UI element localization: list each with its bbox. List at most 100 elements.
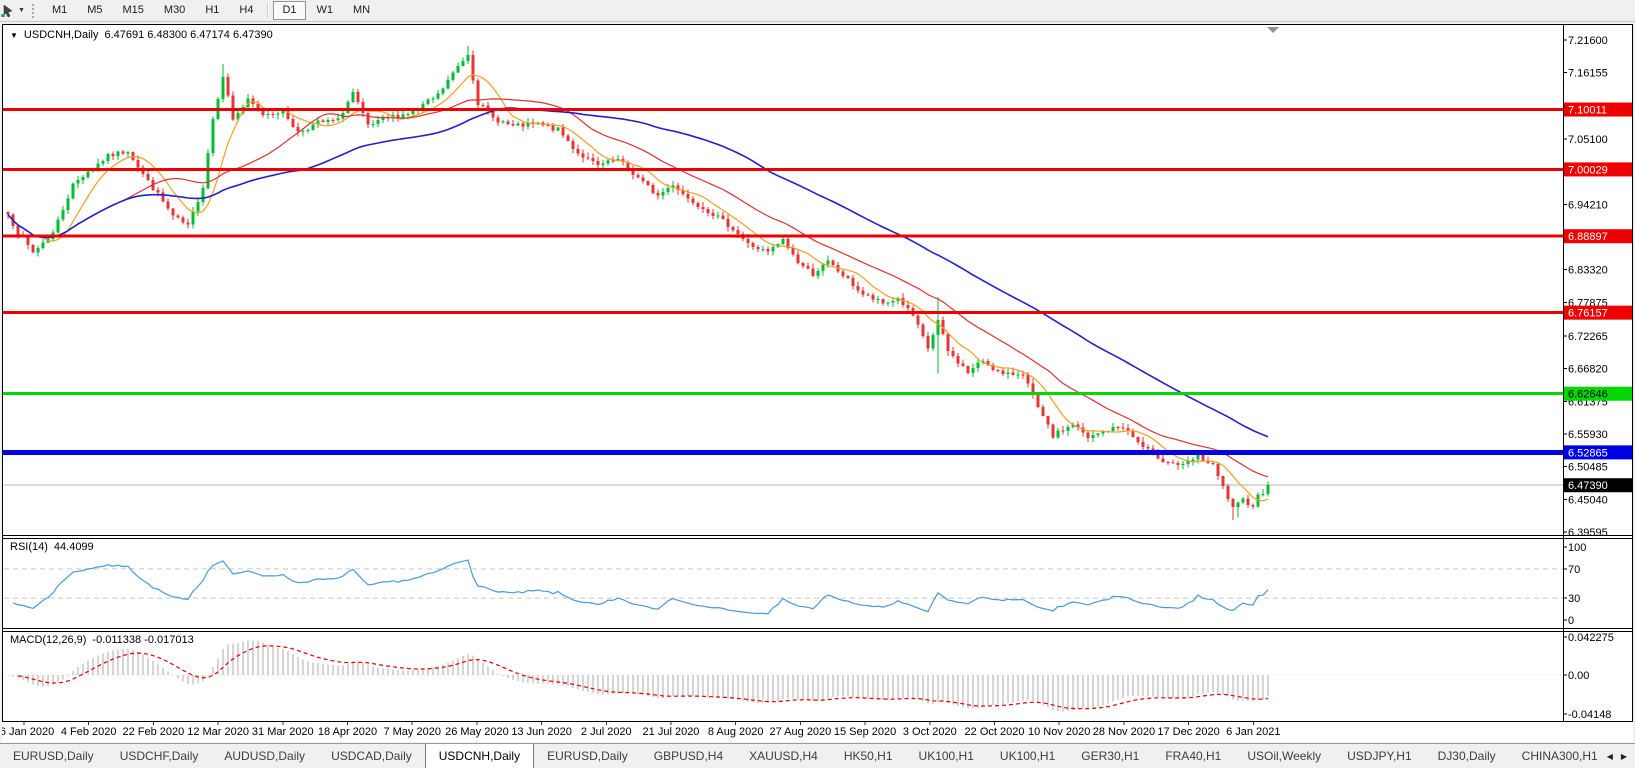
- candle-body: [191, 211, 195, 225]
- candle-body: [106, 153, 110, 162]
- candle-body: [906, 305, 910, 309]
- chart-tab[interactable]: UK100,H1: [987, 744, 1068, 768]
- tab-scroll-left-icon[interactable]: ◀: [1607, 752, 1613, 761]
- candle-body: [931, 334, 935, 349]
- chart-tab[interactable]: USOil,Weekly: [1234, 744, 1334, 768]
- candle-body: [1236, 502, 1240, 508]
- timeframe-button-h4[interactable]: H4: [230, 1, 262, 20]
- candle-body: [221, 76, 225, 100]
- chart-tab[interactable]: USDCHF,Daily: [107, 744, 212, 768]
- candle-body: [711, 212, 715, 216]
- candle-body: [361, 102, 365, 113]
- candle-body: [226, 76, 230, 96]
- candle-body: [686, 193, 690, 199]
- timeframe-button-w1[interactable]: W1: [308, 1, 343, 20]
- candle-body: [351, 92, 355, 102]
- cursor-tool-icon: [1, 4, 13, 17]
- timeframe-button-m1[interactable]: M1: [43, 1, 76, 20]
- candle-body: [601, 163, 605, 165]
- toolbar-grip-handle[interactable]: [31, 3, 36, 18]
- price-tick-label: 7.16155: [1568, 68, 1608, 80]
- candle-body: [136, 160, 140, 168]
- chart-tab[interactable]: DJ30,Daily: [1425, 744, 1509, 768]
- price-tick-label: 6.55930: [1568, 429, 1608, 441]
- price-tick-label: 6.50485: [1568, 462, 1608, 474]
- price-tick-label: 6.83320: [1568, 265, 1608, 277]
- chart-tab[interactable]: USDCAD,Daily: [318, 744, 425, 768]
- candle-body: [926, 335, 930, 349]
- candle-body: [731, 227, 735, 231]
- candle-body: [291, 118, 295, 127]
- timeframe-button-m30[interactable]: M30: [155, 1, 194, 20]
- cursor-tool-button[interactable]: ▼: [0, 0, 28, 21]
- candle-body: [561, 127, 565, 136]
- price-tick-label: 7.21600: [1568, 35, 1608, 47]
- chart-tab[interactable]: USDCNH,Daily: [424, 744, 535, 768]
- candle-body: [1136, 437, 1140, 442]
- candle-body: [1241, 498, 1245, 503]
- price-tick-label: 6.66820: [1568, 364, 1608, 376]
- candle-body: [431, 98, 435, 100]
- candle-body: [1091, 435, 1095, 438]
- candle-body: [581, 153, 585, 158]
- candle-body: [966, 366, 970, 373]
- chart-tab[interactable]: GBPUSD,H4: [641, 744, 736, 768]
- chart-tab[interactable]: XAUUSD,H4: [736, 744, 831, 768]
- chart-tab[interactable]: EURUSD,Daily: [534, 744, 641, 768]
- date-tick-label: 22 Oct 2020: [965, 726, 1025, 738]
- candle-body: [586, 157, 590, 159]
- timeframe-button-d1[interactable]: D1: [273, 1, 306, 20]
- candle-body: [1021, 374, 1025, 376]
- candle-body: [956, 355, 960, 364]
- candle-body: [706, 209, 710, 213]
- candle-body: [971, 367, 975, 373]
- candle-body: [946, 333, 950, 352]
- candle-body: [556, 127, 560, 131]
- candle-body: [41, 242, 45, 248]
- candle-body: [471, 55, 475, 81]
- candle-body: [1196, 454, 1200, 460]
- timeframe-button-h1[interactable]: H1: [196, 1, 228, 20]
- chart-tab[interactable]: HK50,H1: [831, 744, 906, 768]
- candle-body: [996, 369, 1000, 371]
- price-tick-label: 6.94210: [1568, 199, 1608, 211]
- chart-background: [2, 24, 1633, 742]
- date-tick-label: 21 Jul 2020: [643, 726, 700, 738]
- chart-tab[interactable]: GER30,H1: [1068, 744, 1152, 768]
- candle-body: [1146, 447, 1150, 449]
- candle-body: [851, 277, 855, 287]
- chart-tab[interactable]: UK100,H1: [906, 744, 987, 768]
- candle-body: [446, 80, 450, 89]
- candle-body: [691, 198, 695, 204]
- candle-body: [521, 123, 525, 127]
- candle-body: [1096, 433, 1100, 436]
- date-tick-label: 31 Mar 2020: [252, 726, 314, 738]
- candle-body: [816, 271, 820, 277]
- timeframe-button-m15[interactable]: M15: [114, 1, 153, 20]
- chart-canvas[interactable]: 7.216007.161557.051006.942106.833206.778…: [2, 24, 1633, 742]
- chart-tab[interactable]: USDJPY,H1: [1334, 744, 1424, 768]
- cursor-tool-caret-icon[interactable]: ▼: [18, 7, 25, 14]
- chart-tab[interactable]: FRA40,H1: [1152, 744, 1234, 768]
- hline-label: 7.00029: [1568, 164, 1608, 176]
- candle-body: [1121, 427, 1125, 429]
- candle-body: [781, 238, 785, 245]
- candle-body: [96, 163, 100, 169]
- chart-tab[interactable]: AUDUSD,Daily: [211, 744, 318, 768]
- candle-body: [1041, 406, 1045, 416]
- candle-body: [961, 363, 965, 367]
- timeframe-button-m5[interactable]: M5: [78, 1, 111, 20]
- candle-body: [841, 271, 845, 277]
- candle-body: [276, 113, 280, 115]
- current-price-label: 6.47390: [1568, 480, 1608, 492]
- chart-tab[interactable]: EURUSD,Daily: [0, 744, 107, 768]
- candle-body: [666, 187, 670, 193]
- candle-body: [61, 209, 65, 220]
- timeframe-button-mn[interactable]: MN: [344, 1, 379, 20]
- candle-body: [56, 219, 60, 233]
- candle-body: [1216, 463, 1220, 476]
- tab-scroll-right-icon[interactable]: ▶: [1621, 752, 1627, 761]
- chart-tab[interactable]: CHINA300,H1: [1509, 744, 1599, 768]
- candle-body: [1046, 415, 1050, 425]
- hline-label: 7.10011: [1568, 105, 1607, 117]
